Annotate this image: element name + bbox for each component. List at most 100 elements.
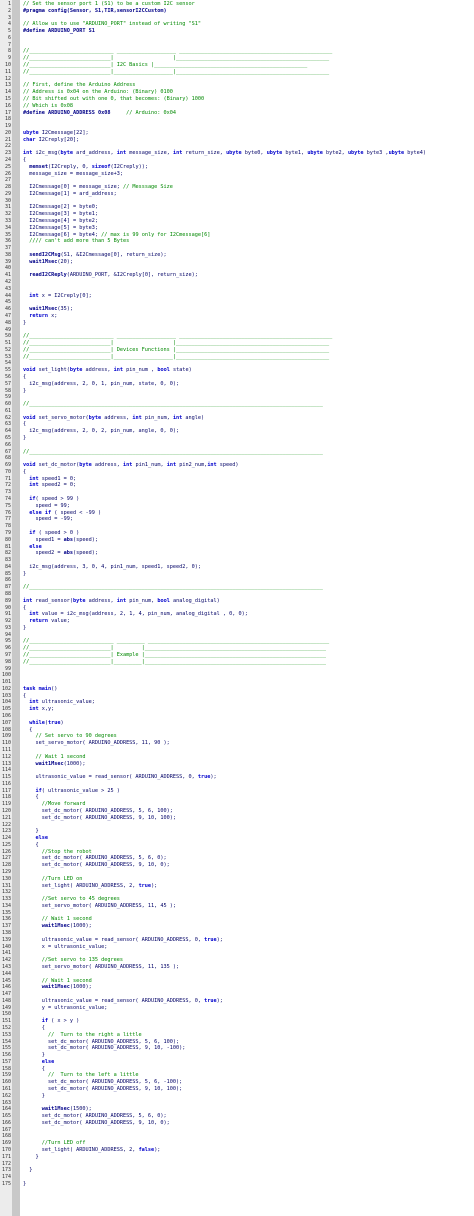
code-line[interactable]: 109 // Set servo to 90 degrees [0,733,474,740]
code-line[interactable]: 126 //Stop the robot [0,849,474,856]
code-line[interactable]: 39 wait1Msec(20); [0,259,474,266]
code-line[interactable]: 175} [0,1181,474,1188]
code-line[interactable]: 95 //___________________________ ________… [0,638,474,645]
code-line[interactable]: 152 { [0,1025,474,1032]
code-line[interactable]: 135 [0,910,474,917]
code-line[interactable]: 46 wait1Msec(35); [0,306,474,313]
code-line[interactable]: 173 } [0,1167,474,1174]
code-line[interactable]: 115 ultrasonic_value = read_sensor( ARDU… [0,774,474,781]
code-line[interactable]: 74 if( speed > 99 ) [0,496,474,503]
code-line[interactable]: 77 speed = -99; [0,516,474,523]
code-line[interactable]: 54 [0,360,474,367]
code-line[interactable]: 37 [0,245,474,252]
code-line[interactable]: 56 { [0,374,474,381]
code-line[interactable]: 73 [0,489,474,496]
code-line[interactable]: 103 { [0,693,474,700]
code-line[interactable]: 93} [0,625,474,632]
code-line[interactable]: 96 //__________________________| |_______… [0,645,474,652]
code-line[interactable]: 78 [0,523,474,530]
code-line[interactable]: 51 //__________________________| |_______… [0,340,474,347]
code-line[interactable]: 117 if( ultrasonic_value > 25 ) [0,788,474,795]
code-line[interactable]: 41 readI2CReply(ARDUINO_PORT, &I2Creply[… [0,272,474,279]
code-line[interactable]: 100 [0,672,474,679]
code-line[interactable]: 5 #define ARDUINO_PORT S1 [0,28,474,35]
code-line[interactable]: 47 return x; [0,313,474,320]
code-line[interactable]: 139 ultrasonic_value = read_sensor( ARDU… [0,937,474,944]
code-text-area[interactable]: 1 // Set the sensor port 1 (S1) to be a c… [0,1,474,1188]
code-line[interactable]: 33 I2Cmessage[4] = byte2; [0,218,474,225]
code-line[interactable]: 32 I2Cmessage[3] = byte1; [0,211,474,218]
code-line[interactable]: 156 } [0,1052,474,1059]
code-line[interactable]: 168 [0,1133,474,1140]
code-line[interactable]: 28 I2Cmessage[0] = message_size; // Mess… [0,184,474,191]
code-line[interactable]: 69 void set_dc_motor(byte address, int pi… [0,462,474,469]
code-line[interactable]: 105 int x,y; [0,706,474,713]
code-line[interactable]: 164 wait1Msec(1500); [0,1106,474,1113]
code-line[interactable]: 21 char I2Creply[20]; [0,137,474,144]
code-line[interactable]: 114 [0,767,474,774]
code-editor[interactable]: 1 // Set the sensor port 1 (S1) to be a c… [0,0,474,1216]
code-line[interactable]: 141 [0,950,474,957]
code-line[interactable]: 148 ultrasonic_value = read_sensor( ARDU… [0,998,474,1005]
code-line[interactable]: 124 else [0,835,474,842]
code-line[interactable]: 11 //__________________________|_________… [0,69,474,76]
code-line[interactable]: 25 memset(I2Creply, 0, sizeof(I2Creply))… [0,164,474,171]
code-line[interactable]: 89 int read_sensor(byte address, int pin_… [0,598,474,605]
code-line[interactable]: 104 int ultrasonic_value; [0,699,474,706]
code-line[interactable]: 167 [0,1127,474,1134]
code-line[interactable]: 94 [0,632,474,639]
code-line[interactable]: 130 //Turn LED on [0,876,474,883]
code-line[interactable]: 48} [0,320,474,327]
code-line[interactable]: 70 { [0,469,474,476]
code-line[interactable]: 163 [0,1100,474,1107]
code-line[interactable]: 166 set_dc_motor( ARDUINO_ADDRESS, 9, 10… [0,1120,474,1127]
code-line[interactable]: 127 set_dc_motor( ARDUINO_ADDRESS, 5, 6,… [0,855,474,862]
code-line[interactable]: 55 void set_light(byte address, int pin_n… [0,367,474,374]
code-line[interactable]: 10 //__________________________| I2C Basi… [0,62,474,69]
code-line[interactable]: 50 //___________________________ ________… [0,333,474,340]
code-line[interactable]: 158 { [0,1066,474,1073]
code-line[interactable]: 15 // Bit shifted out with one 0, that be… [0,96,474,103]
code-line[interactable]: 8 //___________________________ _________… [0,48,474,55]
code-line[interactable]: 155 set_dc_motor( ARDUINO_ADDRESS, 9, 10… [0,1045,474,1052]
code-line[interactable]: 1 // Set the sensor port 1 (S1) to be a c… [0,1,474,8]
code-line[interactable]: 99 [0,666,474,673]
code-line[interactable]: 97 //__________________________| Example … [0,652,474,659]
code-line[interactable]: 146 wait1Msec(1000); [0,984,474,991]
code-line[interactable]: 136 // Wait 1 second [0,916,474,923]
code-line[interactable]: 157 else [0,1059,474,1066]
code-line[interactable]: 35 I2Cmessage[6] = byte4; // max is 99 o… [0,232,474,239]
code-line[interactable]: 27 [0,177,474,184]
code-line[interactable]: 161 set_dc_motor( ARDUINO_ADDRESS, 9, 10… [0,1086,474,1093]
code-line[interactable]: 90 { [0,605,474,612]
code-line[interactable]: 162 } [0,1093,474,1100]
code-line[interactable]: 92 return value; [0,618,474,625]
code-line[interactable]: 34 I2Cmessage[5] = byte3; [0,225,474,232]
code-line[interactable]: 4 // Allow us to use "ARDUINO_PORT" inste… [0,21,474,28]
code-line[interactable]: 40 [0,265,474,272]
code-line[interactable]: 118 { [0,794,474,801]
code-line[interactable]: 9 //__________________________| |________… [0,55,474,62]
code-line[interactable]: 113 wait1Msec(1000); [0,761,474,768]
code-line[interactable]: 174 [0,1174,474,1181]
code-line[interactable]: 12 [0,76,474,83]
code-line[interactable]: 65} [0,435,474,442]
code-line[interactable]: 125 { [0,842,474,849]
code-line[interactable]: 160 set_dc_motor( ARDUINO_ADDRESS, 5, 6,… [0,1079,474,1086]
code-line[interactable]: 101 [0,679,474,686]
code-line[interactable]: 154 set_dc_motor( ARDUINO_ADDRESS, 5, 6,… [0,1039,474,1046]
code-line[interactable]: 63 { [0,421,474,428]
code-line[interactable]: 85} [0,571,474,578]
code-line[interactable]: 42 [0,279,474,286]
code-line[interactable]: 120 set_dc_motor( ARDUINO_ADDRESS, 5, 6,… [0,808,474,815]
code-line[interactable]: 18 [0,116,474,123]
code-line[interactable]: 132 [0,889,474,896]
code-line[interactable]: 60 //____________________________________… [0,401,474,408]
code-line[interactable]: 71 int speed1 = 0; [0,476,474,483]
code-line[interactable]: 17 #define ARDUINO_ADDRESS 0x08 // Arduin… [0,110,474,117]
code-line[interactable]: 13 // First, define the Arduino Address [0,82,474,89]
code-line[interactable]: 134 set_servo_motor( ARDUINO_ADDRESS, 11… [0,903,474,910]
code-line[interactable]: 143 set_servo_motor( ARDUINO_ADDRESS, 11… [0,964,474,971]
code-line[interactable]: 131 set_light( ARDUINO_ADDRESS, 2, true)… [0,883,474,890]
code-line[interactable]: 38 sendI2CMsg(S1, &I2Cmessage[0], return… [0,252,474,259]
